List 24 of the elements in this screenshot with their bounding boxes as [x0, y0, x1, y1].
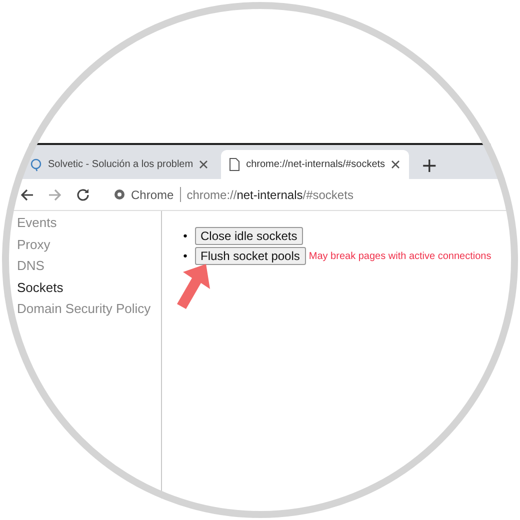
- close-icon[interactable]: [391, 160, 402, 170]
- bullet-mark: •: [182, 230, 188, 242]
- sidebar-item[interactable]: Domain Security Policy: [17, 300, 151, 318]
- sidebar-item[interactable]: Sockets: [17, 278, 64, 297]
- tab-title: Solvetic - Solución a los problem: [48, 159, 194, 170]
- bullet-mark: •: [182, 250, 188, 262]
- chrome-icon: [114, 189, 125, 200]
- new-tab-button[interactable]: +: [413, 150, 446, 179]
- sidebar-item[interactable]: Proxy: [17, 236, 50, 254]
- sidebar-item[interactable]: DNS: [17, 257, 44, 276]
- warning-text: May break pages with active connections: [308, 250, 492, 262]
- sidebar-item[interactable]: Events: [17, 214, 57, 232]
- page-icon: [229, 158, 240, 171]
- close-icon[interactable]: [199, 160, 210, 170]
- reload-icon[interactable]: [76, 188, 90, 202]
- site-label: Chrome: [131, 188, 174, 202]
- action-button[interactable]: Flush socket pools: [194, 247, 306, 265]
- action-button[interactable]: Close idle sockets: [194, 227, 304, 245]
- globe-icon: [30, 158, 42, 172]
- back-icon[interactable]: [20, 188, 34, 202]
- url-field[interactable]: chrome://net-internals/#sockets: [186, 188, 354, 202]
- browser-tab[interactable]: chrome://net-internals/#sockets: [221, 150, 410, 179]
- browser-tab[interactable]: Solvetic - Solución a los problem: [22, 150, 218, 179]
- tab-title: chrome://net-internals/#sockets: [246, 159, 386, 170]
